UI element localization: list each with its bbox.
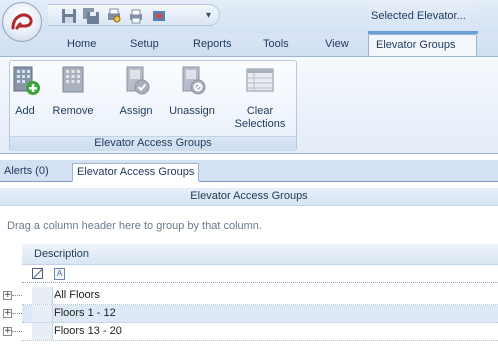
remove-button-label: Remove — [52, 105, 94, 117]
ribbon-panel: Add Remove Assign Unassign Clear Selecti… — [0, 56, 498, 154]
expand-icon[interactable]: + — [3, 309, 12, 318]
tab-reports[interactable]: Reports — [193, 38, 232, 50]
table-row[interactable]: Floors 13 - 20 — [22, 323, 498, 341]
print-icon[interactable] — [128, 8, 144, 24]
clear-selections-icon — [246, 68, 274, 92]
tab-elevator-groups[interactable]: Elevator Groups — [368, 34, 477, 57]
group-by-panel[interactable]: Drag a column header here to group by th… — [7, 220, 262, 232]
assign-button[interactable]: Assign — [116, 64, 156, 122]
app-logo-icon — [11, 13, 33, 30]
tab-tools[interactable]: Tools — [263, 38, 289, 50]
refresh-icon[interactable] — [151, 8, 167, 24]
row-description: All Floors — [54, 289, 100, 301]
document-tab-strip: Alerts (0) Elevator Access Groups — [0, 160, 498, 182]
unassign-button[interactable]: Unassign — [166, 64, 218, 122]
window-caption: Selected Elevator... — [371, 10, 466, 22]
add-button[interactable]: Add — [10, 64, 40, 122]
table-row[interactable]: Floors 1 - 12 — [22, 305, 498, 323]
column-header-label: Description — [34, 248, 90, 260]
tab-alerts[interactable]: Alerts (0) — [0, 163, 53, 182]
row-selector[interactable] — [32, 323, 53, 340]
unassign-icon — [182, 66, 206, 95]
assign-button-label: Assign — [119, 105, 153, 117]
row-selector[interactable] — [32, 305, 53, 322]
tab-home[interactable]: Home — [67, 38, 96, 50]
column-header-description[interactable]: Description — [22, 244, 498, 265]
ribbon-group-caption: Elevator Access Groups — [10, 136, 296, 151]
row-description: Floors 13 - 20 — [54, 325, 122, 337]
filter-row: A — [22, 265, 498, 283]
clear-selections-button[interactable]: Clear Selections — [230, 64, 290, 136]
tree-connector — [12, 313, 22, 314]
print-preview-icon[interactable] — [106, 8, 122, 24]
clear-selections-button-label: Clear Selections — [234, 105, 286, 130]
tab-setup[interactable]: Setup — [130, 38, 159, 50]
expand-icon[interactable]: + — [3, 327, 12, 336]
building-add-icon — [13, 66, 40, 95]
tree-connector — [12, 295, 22, 296]
title-bar: ▾ Selected Elevator... — [0, 0, 498, 34]
tab-elevator-access-groups[interactable]: Elevator Access Groups — [72, 163, 200, 182]
tree-connector — [12, 331, 22, 332]
ribbon-group-elevator-access-groups: Add Remove Assign Unassign Clear Selecti… — [9, 60, 297, 151]
row-description: Floors 1 - 12 — [54, 307, 116, 319]
row-selector[interactable] — [32, 287, 53, 304]
filter-clear-icon[interactable] — [32, 268, 43, 279]
customize-toolbar-arrow[interactable]: ▾ — [206, 10, 211, 21]
tab-elevator-groups-label: Elevator Groups — [376, 39, 456, 51]
assign-icon — [126, 66, 150, 95]
save-icon[interactable] — [61, 8, 77, 24]
remove-button[interactable]: Remove — [50, 64, 96, 122]
table-row[interactable]: All Floors — [22, 287, 498, 305]
grid-title: Elevator Access Groups — [0, 188, 498, 206]
filter-text-cell[interactable]: A — [54, 268, 65, 280]
building-remove-icon — [62, 66, 84, 93]
save-all-icon[interactable] — [83, 8, 99, 24]
contextual-tab-header: Selected Elevator... — [368, 0, 478, 34]
tab-view[interactable]: View — [325, 38, 349, 50]
ribbon-tab-row: Home Setup Reports Tools View Elevator G… — [0, 34, 498, 57]
unassign-button-label: Unassign — [169, 105, 215, 117]
add-button-label: Add — [15, 105, 35, 117]
expand-icon[interactable]: + — [3, 291, 12, 300]
quick-access-toolbar: ▾ — [48, 4, 220, 26]
application-menu-button[interactable] — [2, 2, 42, 42]
